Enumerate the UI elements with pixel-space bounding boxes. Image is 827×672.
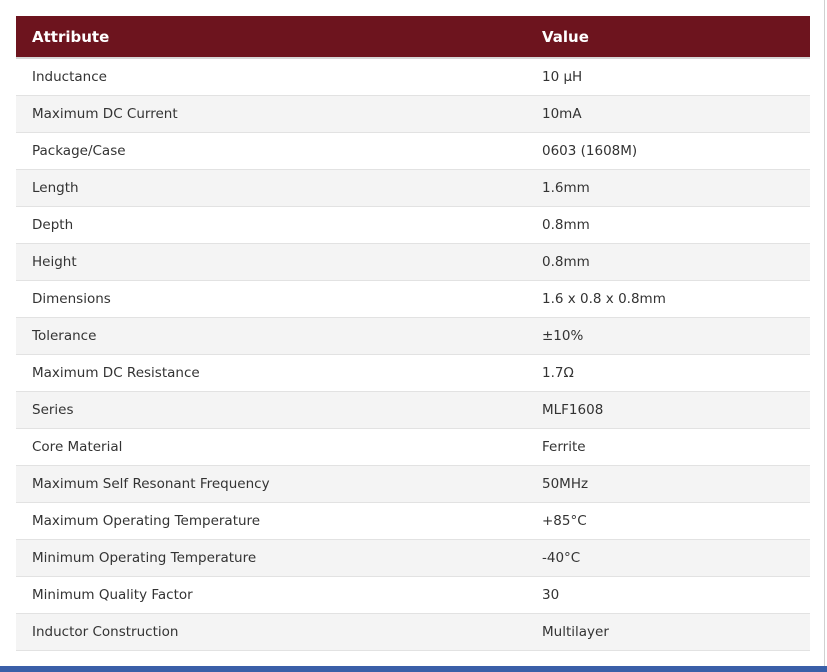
table-row: Series MLF1608 xyxy=(16,391,810,429)
attribute-cell: Minimum Quality Factor xyxy=(16,576,526,614)
table-row: Tolerance ±10% xyxy=(16,317,810,355)
table-row: Maximum DC Resistance 1.7Ω xyxy=(16,354,810,392)
value-cell: 30 xyxy=(526,576,810,614)
header-row: Attribute Value xyxy=(16,16,810,59)
attribute-cell: Core Material xyxy=(16,428,526,466)
attribute-cell: Maximum DC Resistance xyxy=(16,354,526,392)
value-cell: 0.8mm xyxy=(526,206,810,244)
attribute-cell: Maximum DC Current xyxy=(16,95,526,133)
header-value: Value xyxy=(526,16,810,59)
spec-table-body: Inductance 10 µH Maximum DC Current 10mA… xyxy=(16,58,810,651)
attribute-cell: Depth xyxy=(16,206,526,244)
value-cell: 1.6mm xyxy=(526,169,810,207)
attribute-cell: Inductor Construction xyxy=(16,613,526,651)
value-cell: MLF1608 xyxy=(526,391,810,429)
attribute-cell: Height xyxy=(16,243,526,281)
attribute-cell: Maximum Operating Temperature xyxy=(16,502,526,540)
table-row: Dimensions 1.6 x 0.8 x 0.8mm xyxy=(16,280,810,318)
value-cell: 1.7Ω xyxy=(526,354,810,392)
attribute-cell: Dimensions xyxy=(16,280,526,318)
spec-table: Attribute Value Inductance 10 µH Maximum… xyxy=(16,16,810,651)
value-cell: ±10% xyxy=(526,317,810,355)
table-row: Minimum Quality Factor 30 xyxy=(16,576,810,614)
attribute-cell: Length xyxy=(16,169,526,207)
table-row: Length 1.6mm xyxy=(16,169,810,207)
value-cell: 50MHz xyxy=(526,465,810,503)
attribute-cell: Minimum Operating Temperature xyxy=(16,539,526,577)
value-cell: 1.6 x 0.8 x 0.8mm xyxy=(526,280,810,318)
table-row: Maximum Self Resonant Frequency 50MHz xyxy=(16,465,810,503)
attribute-cell: Series xyxy=(16,391,526,429)
table-row: Minimum Operating Temperature -40°C xyxy=(16,539,810,577)
value-cell: 10 µH xyxy=(526,58,810,96)
value-cell: +85°C xyxy=(526,502,810,540)
attribute-cell: Maximum Self Resonant Frequency xyxy=(16,465,526,503)
value-cell: 10mA xyxy=(526,95,810,133)
value-cell: Ferrite xyxy=(526,428,810,466)
value-cell: Multilayer xyxy=(526,613,810,651)
spec-table-header: Attribute Value xyxy=(16,16,810,59)
value-cell: 0603 (1608M) xyxy=(526,132,810,170)
bottom-accent-strip xyxy=(0,666,827,672)
page-right-border xyxy=(824,0,825,666)
attribute-cell: Tolerance xyxy=(16,317,526,355)
table-row: Inductance 10 µH xyxy=(16,58,810,96)
attribute-cell: Inductance xyxy=(16,58,526,96)
header-attribute: Attribute xyxy=(16,16,526,59)
table-row: Depth 0.8mm xyxy=(16,206,810,244)
attribute-cell: Package/Case xyxy=(16,132,526,170)
table-row: Package/Case 0603 (1608M) xyxy=(16,132,810,170)
table-row: Height 0.8mm xyxy=(16,243,810,281)
table-row: Core Material Ferrite xyxy=(16,428,810,466)
value-cell: -40°C xyxy=(526,539,810,577)
value-cell: 0.8mm xyxy=(526,243,810,281)
table-row: Inductor Construction Multilayer xyxy=(16,613,810,651)
table-row: Maximum Operating Temperature +85°C xyxy=(16,502,810,540)
table-row: Maximum DC Current 10mA xyxy=(16,95,810,133)
